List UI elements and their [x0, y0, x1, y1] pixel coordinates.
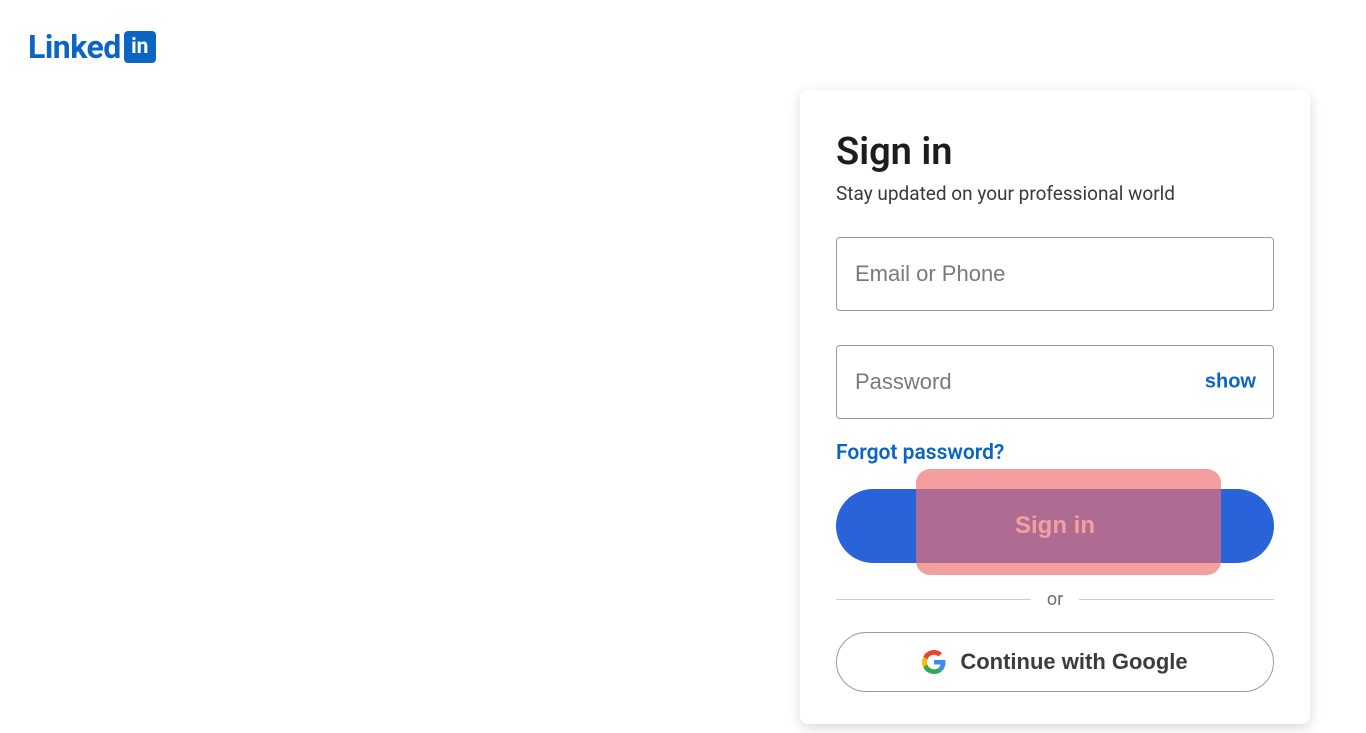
signin-subtitle: Stay updated on your professional world: [836, 182, 1274, 205]
signin-button[interactable]: Sign in: [836, 489, 1274, 563]
email-input-wrap: [836, 237, 1274, 311]
forgot-password-link[interactable]: Forgot password?: [836, 441, 1004, 465]
email-input[interactable]: [836, 237, 1274, 311]
divider-line-left: [836, 599, 1031, 600]
signin-title: Sign in: [836, 130, 1274, 174]
linkedin-logo[interactable]: Linked in: [28, 28, 156, 66]
logo-suffix: in: [131, 35, 148, 59]
divider-line-right: [1079, 599, 1274, 600]
password-input-wrap: show: [836, 345, 1274, 419]
signin-button-wrap: Sign in: [836, 489, 1274, 563]
google-button-label: Continue with Google: [960, 649, 1187, 675]
divider: or: [836, 589, 1274, 610]
signin-card: Sign in Stay updated on your professiona…: [800, 90, 1310, 724]
google-icon: [922, 650, 946, 674]
continue-with-google-button[interactable]: Continue with Google: [836, 632, 1274, 692]
logo-text: Linked: [28, 28, 121, 66]
logo-box-icon: in: [124, 31, 156, 63]
divider-text: or: [1047, 589, 1063, 610]
show-password-button[interactable]: show: [1205, 371, 1256, 394]
